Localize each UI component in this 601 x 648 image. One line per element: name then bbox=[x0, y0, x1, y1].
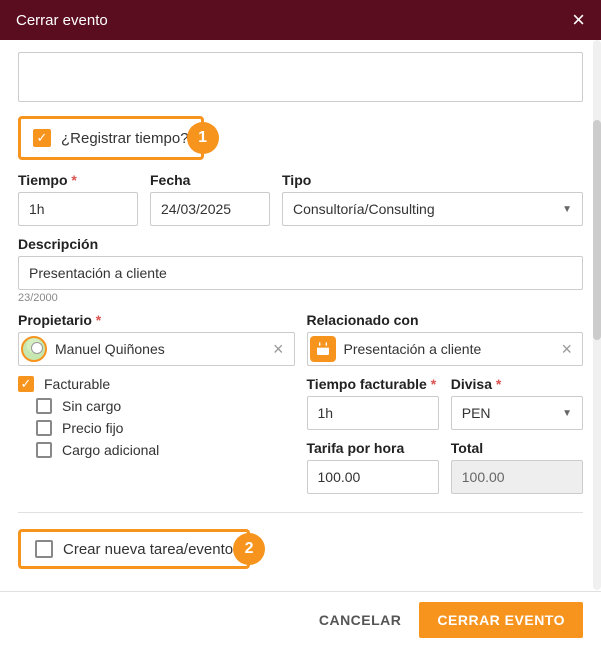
relacionado-label: Relacionado con bbox=[307, 312, 584, 328]
tipo-label: Tipo bbox=[282, 172, 583, 188]
preciofijo-checkbox[interactable] bbox=[36, 420, 52, 436]
cargoadicional-checkbox[interactable] bbox=[36, 442, 52, 458]
propietario-field[interactable]: Manuel Quiñones × bbox=[18, 332, 295, 366]
calendar-icon bbox=[310, 336, 336, 362]
divisa-label: Divisa * bbox=[451, 376, 583, 392]
divider bbox=[18, 512, 583, 513]
propietario-value: Manuel Quiñones bbox=[55, 341, 165, 357]
relacionado-field[interactable]: Presentación a cliente × bbox=[307, 332, 584, 366]
facturable-label: Facturable bbox=[44, 376, 110, 392]
total-output: 100.00 bbox=[451, 460, 583, 494]
sincargo-label: Sin cargo bbox=[62, 398, 121, 414]
create-task-label: Crear nueva tarea/evento bbox=[63, 541, 233, 558]
time-row: Tiempo * 1h Fecha 24/03/2025 Tipo Consul… bbox=[18, 172, 583, 226]
register-time-highlight: ✓ ¿Registrar tiempo? 1 bbox=[18, 116, 204, 160]
modal-header: Cerrar evento × bbox=[0, 0, 601, 40]
scrollbar[interactable] bbox=[593, 40, 601, 590]
cancel-button[interactable]: CANCELAR bbox=[319, 612, 402, 628]
relacionado-clear-icon[interactable]: × bbox=[557, 339, 576, 360]
create-task-checkbox[interactable] bbox=[35, 540, 53, 558]
scroll-thumb[interactable] bbox=[593, 120, 601, 340]
tiempofacturable-label: Tiempo facturable * bbox=[307, 376, 439, 392]
total-label: Total bbox=[451, 440, 583, 456]
tiempo-input[interactable]: 1h bbox=[18, 192, 138, 226]
avatar-icon bbox=[21, 336, 47, 362]
tiempo-label: Tiempo * bbox=[18, 172, 138, 188]
descripcion-charcount: 23/2000 bbox=[18, 292, 583, 304]
descripcion-label: Descripción bbox=[18, 236, 583, 252]
tarifa-label: Tarifa por hora bbox=[307, 440, 439, 456]
propietario-clear-icon[interactable]: × bbox=[269, 339, 288, 360]
modal-title: Cerrar evento bbox=[16, 12, 108, 29]
fecha-label: Fecha bbox=[150, 172, 270, 188]
close-icon[interactable]: × bbox=[572, 9, 585, 31]
propietario-label: Propietario * bbox=[18, 312, 295, 328]
register-time-label: ¿Registrar tiempo? bbox=[61, 130, 189, 147]
facturable-line: ✓ Facturable bbox=[18, 376, 295, 392]
sincargo-checkbox[interactable] bbox=[36, 398, 52, 414]
submit-button[interactable]: CERRAR EVENTO bbox=[419, 602, 583, 638]
descripcion-input[interactable]: Presentación a cliente bbox=[18, 256, 583, 290]
cargoadicional-label: Cargo adicional bbox=[62, 442, 159, 458]
callout-badge-2: 2 bbox=[233, 533, 265, 565]
chevron-down-icon: ▼ bbox=[562, 204, 572, 215]
modal-body: ✓ ¿Registrar tiempo? 1 Tiempo * 1h Fecha… bbox=[0, 40, 601, 591]
relacionado-value: Presentación a cliente bbox=[344, 341, 482, 357]
divisa-select[interactable]: PEN ▼ bbox=[451, 396, 583, 430]
preciofijo-label: Precio fijo bbox=[62, 420, 123, 436]
fecha-input[interactable]: 24/03/2025 bbox=[150, 192, 270, 226]
billing-section: ✓ Facturable Sin cargo Precio fijo Cargo… bbox=[18, 376, 583, 494]
modal-footer: CANCELAR CERRAR EVENTO bbox=[0, 591, 601, 648]
tarifa-input[interactable]: 100.00 bbox=[307, 460, 439, 494]
create-task-highlight: Crear nueva tarea/evento 2 bbox=[18, 529, 250, 569]
chevron-down-icon: ▼ bbox=[562, 408, 572, 419]
facturable-checkbox[interactable]: ✓ bbox=[18, 376, 34, 392]
callout-badge-1: 1 bbox=[187, 122, 219, 154]
tiempofacturable-input[interactable]: 1h bbox=[307, 396, 439, 430]
how-it-went-textarea[interactable] bbox=[18, 52, 583, 102]
register-time-checkbox[interactable]: ✓ bbox=[33, 129, 51, 147]
tipo-select[interactable]: Consultoría/Consulting ▼ bbox=[282, 192, 583, 226]
